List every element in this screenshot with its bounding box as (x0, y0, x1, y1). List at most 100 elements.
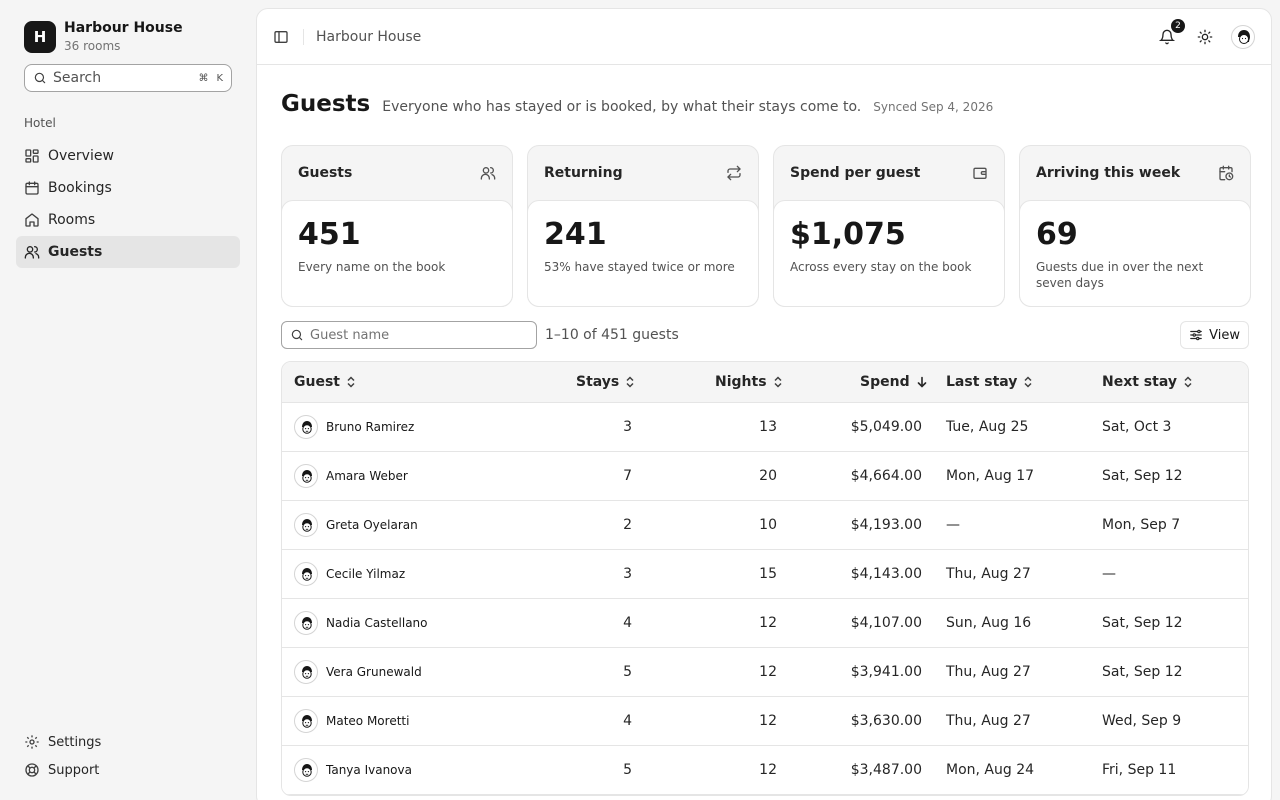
next-stay-cell: Wed, Sep 9 (1102, 713, 1182, 729)
card-header: Guests (282, 146, 512, 200)
last-stay-cell: Thu, Aug 27 (946, 566, 1031, 582)
panel-left-icon (274, 30, 288, 43)
column-header-stays[interactable]: Stays (576, 362, 635, 402)
sun-icon (1197, 29, 1213, 44)
sidebar-toggle-button[interactable] (271, 27, 291, 47)
stat-card-arriving: Arriving this week 69 Guests due in over… (1019, 145, 1251, 307)
guest-cell: Amara Weber (294, 452, 408, 500)
card-value: 69 (1036, 217, 1078, 252)
card-label: Arriving this week (1036, 165, 1181, 181)
users-icon (24, 244, 40, 260)
avatar (294, 611, 318, 635)
avatar-face-icon (302, 568, 312, 581)
sidebar-item-label: Support (48, 762, 100, 778)
guest-name[interactable]: Tanya Ivanova (326, 763, 412, 777)
last-stay-cell: Thu, Aug 27 (946, 713, 1031, 729)
sliders-icon (1190, 329, 1202, 341)
result-count: 1–10 of 451 guests (545, 327, 679, 343)
guest-search[interactable] (281, 321, 537, 349)
card-header: Returning (528, 146, 758, 200)
avatar (294, 709, 318, 733)
column-header-last-stay[interactable]: Last stay (946, 362, 1033, 402)
column-header-guest[interactable]: Guest (294, 362, 356, 402)
avatar-face-icon (302, 519, 312, 532)
card-body: 69 Guests due in over the next seven day… (1019, 200, 1251, 307)
guest-name[interactable]: Vera Grunewald (326, 665, 422, 679)
table-row[interactable]: Vera Grunewald 5 12 $3,941.00 Thu, Aug 27 Sat… (282, 648, 1248, 697)
guest-cell: Tanya Ivanova (294, 746, 412, 794)
sidebar-item-guests[interactable]: Guests (16, 236, 240, 268)
view-label: View (1209, 327, 1240, 343)
next-stay-cell: Mon, Sep 7 (1102, 517, 1181, 533)
nights-cell: 13 (759, 419, 777, 435)
sidebar: H Harbour House 36 rooms Search ⌘ K Hote… (0, 0, 256, 800)
guest-cell: Vera Grunewald (294, 648, 422, 696)
sidebar-footer: Settings Support (16, 728, 240, 784)
table-row[interactable]: Bruno Ramirez 3 13 $5,049.00 Tue, Aug 25 Sat,… (282, 403, 1248, 452)
sidebar-item-support[interactable]: Support (16, 756, 240, 784)
sidebar-search[interactable]: Search ⌘ K (24, 64, 232, 92)
sidebar-item-label: Bookings (48, 180, 112, 196)
top-bar: Harbour House 2 (257, 9, 1271, 65)
table-row[interactable]: Cecile Yilmaz 3 15 $4,143.00 Thu, Aug 27 — (282, 550, 1248, 599)
table-row[interactable]: Mateo Moretti 4 12 $3,630.00 Thu, Aug 27 Wed,… (282, 697, 1248, 746)
next-stay-cell: Sat, Sep 12 (1102, 468, 1183, 484)
guest-cell: Greta Oyelaran (294, 501, 418, 549)
user-avatar[interactable] (1231, 24, 1255, 49)
guest-search-input[interactable] (310, 327, 510, 343)
table-row[interactable]: Greta Oyelaran 2 10 $4,193.00 — Mon, Sep 7 (282, 501, 1248, 550)
shortcut-mod: ⌘ (198, 72, 209, 84)
column-header-next-stay[interactable]: Next stay (1102, 362, 1193, 402)
notifications-button[interactable]: 2 (1155, 18, 1185, 49)
stat-card-spend: Spend per guest $1,075 Across every stay… (773, 145, 1005, 307)
column-header-spend[interactable]: Spend (860, 362, 928, 402)
card-value: 451 (298, 217, 361, 252)
guest-name[interactable]: Greta Oyelaran (326, 518, 418, 532)
breadcrumb[interactable]: Harbour House (316, 29, 1141, 45)
avatar-face-icon (302, 764, 312, 777)
avatar-face-icon (302, 470, 312, 483)
spend-cell: $4,143.00 (850, 566, 922, 582)
guest-name[interactable]: Amara Weber (326, 469, 408, 483)
guest-name[interactable]: Mateo Moretti (326, 714, 409, 728)
repeat-icon (726, 165, 742, 181)
stays-cell: 5 (623, 762, 632, 778)
theme-toggle-button[interactable] (1193, 25, 1217, 49)
nights-cell: 10 (759, 517, 777, 533)
table-toolbar: 1–10 of 451 guests View (281, 321, 1249, 349)
search-label: Search (53, 70, 102, 86)
calendar-icon (24, 180, 40, 196)
last-stay-cell: Tue, Aug 25 (946, 419, 1029, 435)
sidebar-item-rooms[interactable]: Rooms (16, 204, 240, 236)
stays-cell: 3 (623, 419, 632, 435)
guest-name[interactable]: Bruno Ramirez (326, 420, 414, 434)
sidebar-item-label: Guests (48, 244, 103, 260)
spend-cell: $3,630.00 (850, 713, 922, 729)
guest-cell: Nadia Castellano (294, 599, 428, 647)
workspace-switcher[interactable]: H Harbour House 36 rooms (24, 20, 183, 54)
sidebar-item-overview[interactable]: Overview (16, 140, 240, 172)
guest-name[interactable]: Cecile Yilmaz (326, 567, 405, 581)
sidebar-item-bookings[interactable]: Bookings (16, 172, 240, 204)
guest-cell: Bruno Ramirez (294, 403, 414, 451)
nav-section-label: Hotel (24, 116, 56, 130)
table-row[interactable]: Amara Weber 7 20 $4,664.00 Mon, Aug 17 Sat, S… (282, 452, 1248, 501)
brand-text: Harbour House 36 rooms (64, 20, 183, 54)
users-icon (480, 165, 496, 181)
sidebar-item-settings[interactable]: Settings (16, 728, 240, 756)
avatar-face-icon (1238, 29, 1250, 44)
brand-name: Harbour House (64, 20, 183, 36)
view-options-button[interactable]: View (1180, 321, 1249, 349)
next-stay-cell: Fri, Sep 11 (1102, 762, 1177, 778)
column-label: Guest (294, 374, 340, 390)
home-icon (24, 212, 40, 228)
column-label: Spend (860, 374, 910, 390)
table-row[interactable]: Nadia Castellano 4 12 $4,107.00 Sun, Aug 16 S… (282, 599, 1248, 648)
table-row[interactable]: Tanya Ivanova 5 12 $3,487.00 Mon, Aug 24 Fri,… (282, 746, 1248, 795)
page-title: Guests (281, 91, 371, 117)
stays-cell: 4 (623, 615, 632, 631)
guest-name[interactable]: Nadia Castellano (326, 616, 428, 630)
sync-status: Synced Sep 4, 2026 (873, 100, 994, 114)
column-header-nights[interactable]: Nights (715, 362, 783, 402)
spend-cell: $3,487.00 (850, 762, 922, 778)
